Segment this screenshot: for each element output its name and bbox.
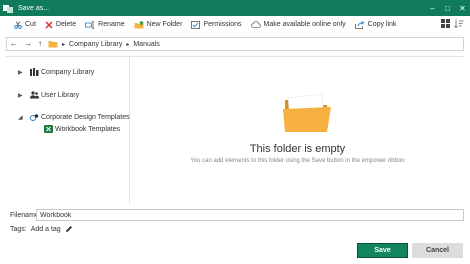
close-icon[interactable]: ✕: [455, 0, 470, 16]
breadcrumb-separator-icon: ▸: [62, 41, 66, 48]
add-tag-link[interactable]: Add a tag: [31, 226, 61, 233]
delete-button[interactable]: Delete: [45, 20, 77, 29]
permissions-icon: [191, 20, 201, 29]
share-link-icon: [354, 20, 364, 29]
cancel-button[interactable]: Cancel: [412, 243, 463, 258]
cut-button[interactable]: Cut: [14, 20, 36, 29]
sort-icon[interactable]: [454, 19, 464, 28]
content-area: ▶ Company Library ▶ User Library ◢ Corpo…: [6, 56, 464, 205]
new-folder-label: New Folder: [146, 21, 183, 28]
expand-caret-icon[interactable]: ▶: [18, 69, 30, 76]
back-arrow-icon[interactable]: ←: [10, 40, 18, 48]
scissors-icon: [14, 20, 22, 29]
users-icon: [30, 91, 39, 99]
breadcrumb-separator-icon: ▸: [126, 41, 130, 48]
rename-button[interactable]: Rename: [85, 20, 125, 29]
pencil-icon[interactable]: [65, 225, 73, 233]
permissions-label: Permissions: [203, 21, 242, 28]
tags-label: Tags:: [10, 225, 27, 233]
available-online-label: Make available online only: [263, 21, 346, 28]
copy-link-label: Copy link: [367, 21, 397, 28]
window-title: Save as...: [18, 4, 50, 12]
tree-label-workbook-templates: Workbook Templates: [55, 125, 121, 133]
cut-label: Cut: [25, 21, 36, 28]
new-folder-button[interactable]: New Folder: [134, 20, 183, 29]
minimize-icon[interactable]: –: [425, 0, 440, 16]
copy-link-button[interactable]: Copy link: [354, 20, 397, 29]
tree-item-company-library[interactable]: ▶ Company Library: [18, 68, 94, 76]
available-online-button[interactable]: Make available online only: [250, 21, 346, 28]
folder-tree: ▶ Company Library ▶ User Library ◢ Corpo…: [6, 57, 130, 205]
delete-label: Delete: [55, 21, 77, 28]
templates-icon: [30, 114, 39, 121]
rename-icon: [85, 20, 95, 29]
tags-row: Tags: Add a tag: [10, 225, 73, 233]
filename-label: Filename: [10, 212, 39, 219]
address-bar: ← → ↑ ▸ Company Library ▸ Manuals: [6, 37, 464, 51]
breadcrumb-company-library[interactable]: Company Library: [69, 41, 122, 48]
forward-arrow-icon[interactable]: →: [24, 40, 32, 48]
maximize-icon[interactable]: □: [440, 0, 455, 16]
excel-workbook-icon: [44, 125, 53, 133]
grid-view-icon[interactable]: [441, 19, 450, 28]
filename-input[interactable]: [36, 209, 464, 221]
breadcrumb-manuals[interactable]: Manuals: [133, 41, 159, 48]
empty-state-title: This folder is empty: [249, 143, 346, 155]
app-logo-icon: [3, 4, 13, 13]
rename-label: Rename: [98, 21, 125, 28]
permissions-button[interactable]: Permissions: [191, 20, 242, 29]
expand-caret-icon[interactable]: ▶: [18, 92, 30, 99]
up-arrow-icon[interactable]: ↑: [38, 40, 42, 48]
library-icon: [30, 68, 39, 76]
empty-folder-icon: [283, 94, 331, 132]
tree-label-user-library: User Library: [41, 91, 80, 99]
cloud-icon: [250, 21, 261, 28]
delete-x-icon: [45, 20, 53, 29]
tree-item-corporate-templates[interactable]: ◢ Corporate Design Templates: [18, 113, 130, 121]
title-bar: Save as... – □ ✕: [0, 0, 470, 16]
save-button[interactable]: Save: [357, 243, 408, 258]
collapse-caret-icon[interactable]: ◢: [18, 114, 30, 121]
new-folder-icon: [134, 20, 144, 28]
folder-icon: [48, 41, 58, 48]
tree-label-corporate-templates: Corporate Design Templates: [41, 113, 130, 121]
tree-item-workbook-templates[interactable]: Workbook Templates: [44, 125, 120, 133]
file-list-area: This folder is empty You can add element…: [131, 57, 464, 205]
tree-label-company-library: Company Library: [41, 68, 95, 76]
empty-state-subtitle: You can add elements to this folder usin…: [190, 158, 405, 164]
tree-item-user-library[interactable]: ▶ User Library: [18, 91, 79, 99]
toolbar: Cut Delete Rename New Folder Permissions…: [0, 16, 470, 33]
